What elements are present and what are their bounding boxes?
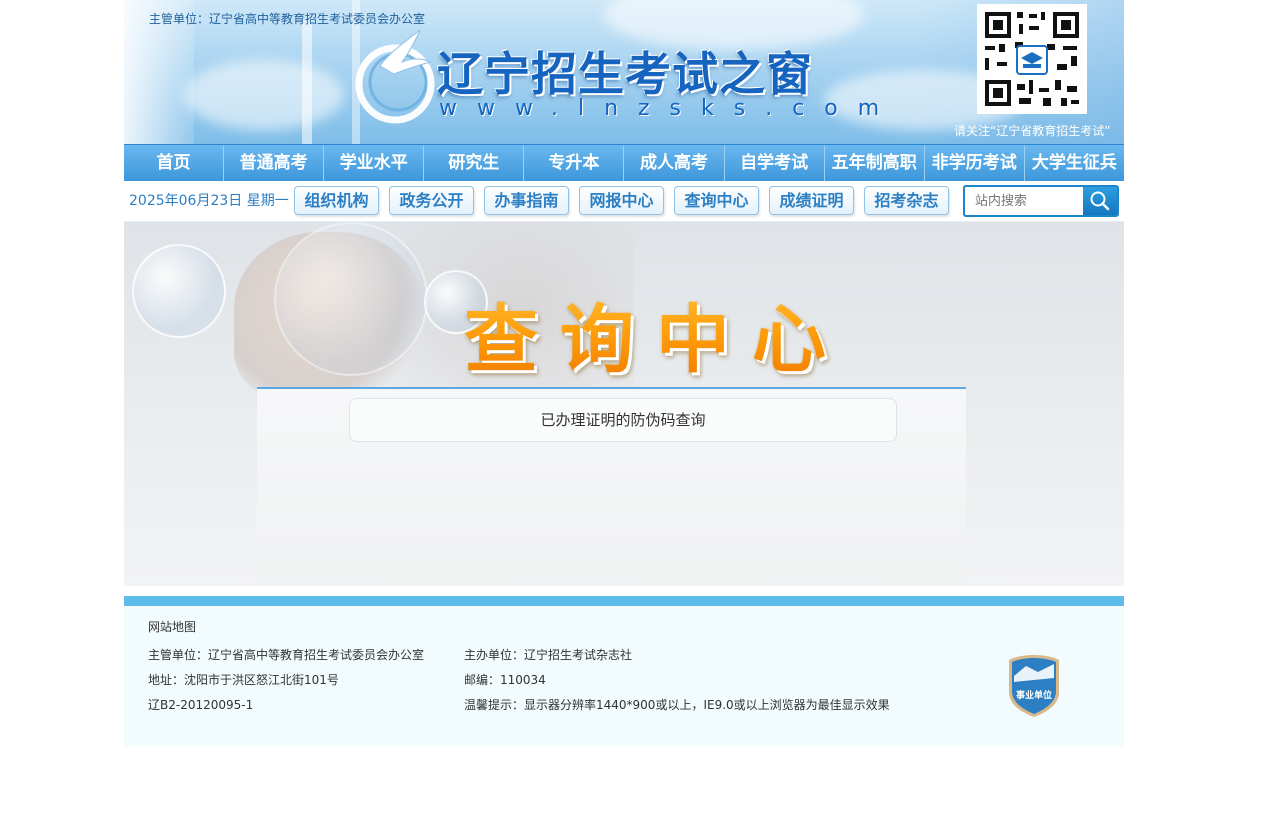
page-container: 主管单位：辽宁省高中等教育招生考试委员会办公室 辽宁招生考试之窗 www.lnz…: [124, 0, 1124, 746]
footer-license: 辽B2-20120095-1: [148, 698, 254, 712]
current-date: 2025年06月23日 星期一: [129, 193, 289, 209]
nav-item-five-year[interactable]: 五年制高职: [825, 145, 925, 181]
nav-item-home[interactable]: 首页: [124, 145, 225, 181]
nav-item-adult-exam[interactable]: 成人高考: [624, 145, 725, 181]
badge-text: 事业单位: [1016, 689, 1052, 701]
gov-affairs-button[interactable]: 政务公开: [389, 186, 474, 215]
nav-item-upgrade[interactable]: 专升本: [524, 145, 625, 181]
nav-item-graduate[interactable]: 研究生: [424, 145, 525, 181]
footer-bar: [124, 596, 1124, 606]
page-title: 查询中心: [464, 280, 848, 387]
query-center-banner: 查询中心 已办理证明的防伪码查询: [124, 222, 1124, 586]
header-cloud: [184, 60, 344, 130]
qr-caption: 请关注“辽宁省教育招生考试”: [954, 124, 1111, 138]
footer-sponsor: 主办单位：辽宁招生考试杂志社: [464, 648, 633, 662]
public-institution-badge-icon[interactable]: 事业单位: [1008, 654, 1060, 718]
banner-bubble: [274, 222, 428, 376]
sitemap-link[interactable]: 网站地图: [148, 618, 196, 635]
anti-counterfeit-query-link[interactable]: 已办理证明的防伪码查询: [349, 398, 897, 442]
footer-postcode: 邮编：110034: [464, 673, 546, 687]
site-footer: 网站地图 主管单位：辽宁省高中等教育招生考试委员会办公室 主办单位：辽宁招生考试…: [124, 606, 1124, 746]
exam-magazine-button[interactable]: 招考杂志: [864, 186, 949, 215]
score-certificate-button[interactable]: 成绩证明: [769, 186, 854, 215]
banner-bubble: [132, 244, 226, 338]
nav-item-non-degree[interactable]: 非学历考试: [925, 145, 1025, 181]
nav-item-conscription[interactable]: 大学生征兵: [1025, 145, 1124, 181]
main-nav: 首页 普通高考 学业水平 研究生 专升本 成人高考 自学考试 五年制高职 非学历…: [124, 144, 1124, 181]
qr-code-icon: [977, 4, 1087, 114]
site-search: [963, 185, 1119, 217]
org-structure-button[interactable]: 组织机构: [294, 186, 379, 215]
nav-item-academic-level[interactable]: 学业水平: [324, 145, 425, 181]
footer-tip: 温馨提示：显示器分辨率1440*900或以上，IE9.0或以上浏览器为最佳显示效…: [464, 698, 890, 712]
sub-nav: 2025年06月23日 星期一 组织机构 政务公开 办事指南 网报中心 查询中心…: [124, 181, 1124, 222]
search-input[interactable]: [965, 187, 1083, 215]
search-icon: [1090, 191, 1110, 211]
footer-address: 地址：沈阳市于洪区怒江北街101号: [148, 673, 339, 687]
query-center-button[interactable]: 查询中心: [674, 186, 759, 215]
site-url: www.lnzsks.com: [439, 96, 900, 121]
service-guide-button[interactable]: 办事指南: [484, 186, 569, 215]
site-header: 主管单位：辽宁省高中等教育招生考试委员会办公室 辽宁招生考试之窗 www.lnz…: [124, 0, 1124, 144]
query-panel: 已办理证明的防伪码查询: [257, 387, 966, 586]
search-button[interactable]: [1083, 187, 1117, 215]
site-title[interactable]: 辽宁招生考试之窗: [437, 38, 813, 104]
nav-item-gaokao[interactable]: 普通高考: [224, 145, 325, 181]
nav-item-self-study[interactable]: 自学考试: [725, 145, 825, 181]
footer-supervisor: 主管单位：辽宁省高中等教育招生考试委员会办公室: [148, 648, 425, 662]
dove-logo-icon: [355, 29, 435, 124]
online-registration-button[interactable]: 网报中心: [579, 186, 664, 215]
